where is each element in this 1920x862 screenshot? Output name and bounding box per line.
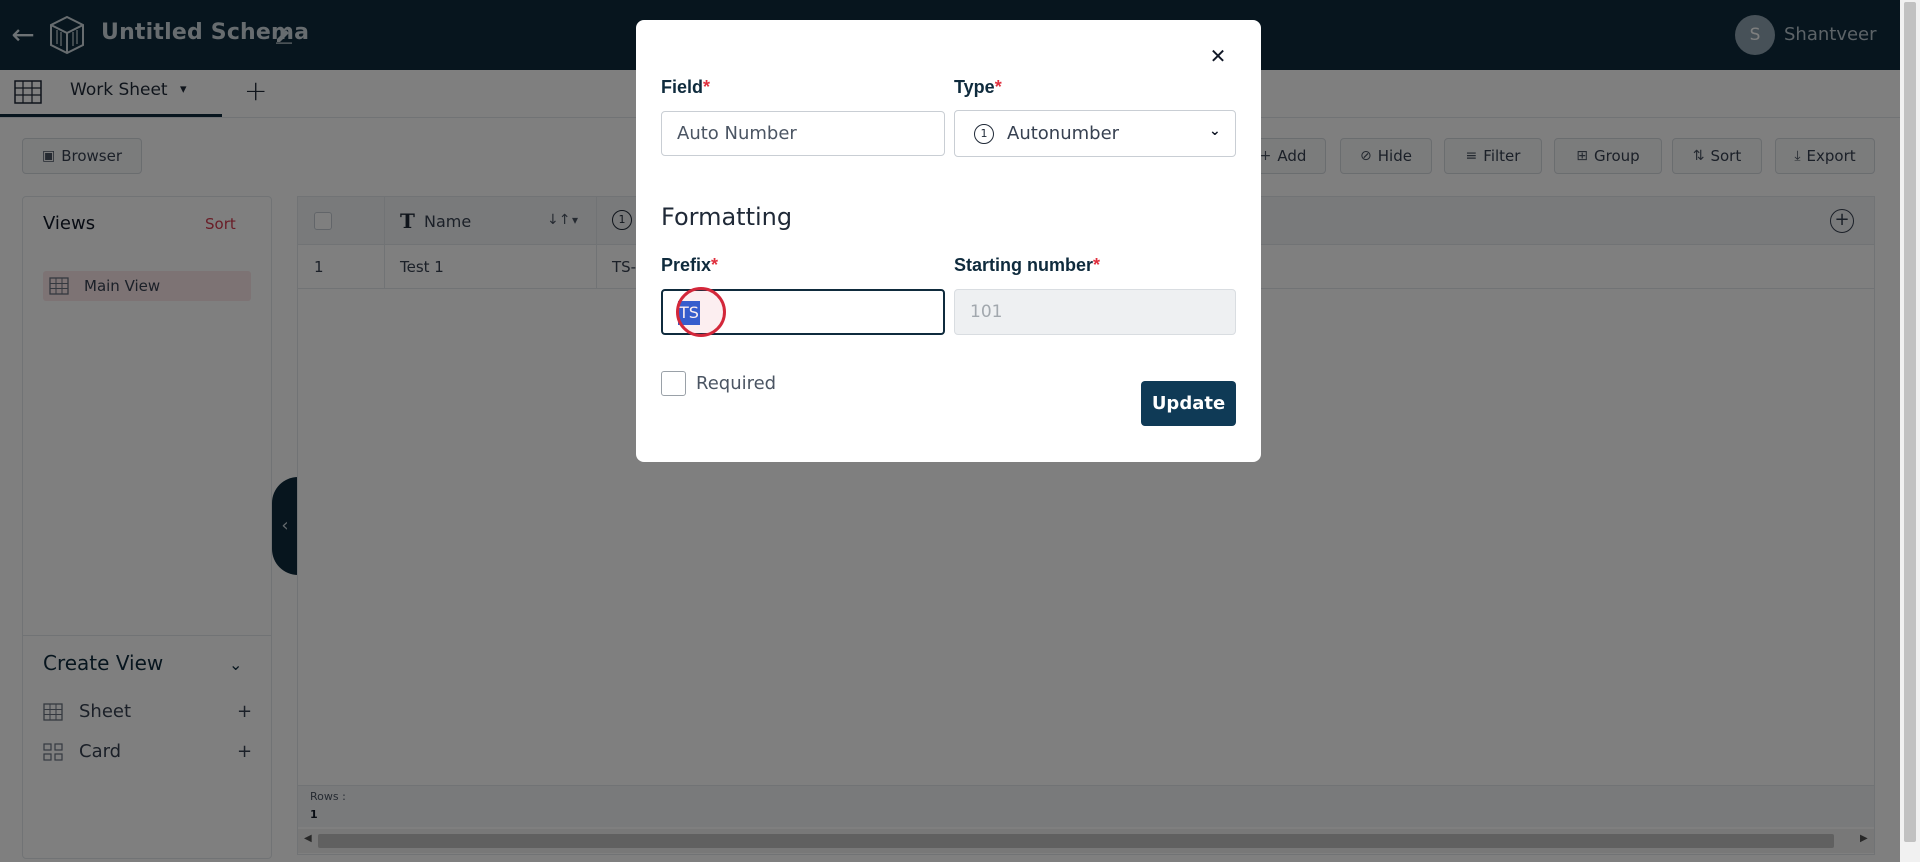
scrollbar-thumb[interactable] bbox=[1904, 2, 1916, 842]
formatting-section-title: Formatting bbox=[661, 203, 793, 231]
chevron-down-icon[interactable]: ⌄ bbox=[1209, 123, 1221, 139]
type-select-value: Autonumber bbox=[1007, 123, 1120, 144]
required-checkbox[interactable] bbox=[661, 371, 686, 396]
field-name-input[interactable]: Auto Number bbox=[661, 111, 945, 156]
close-icon[interactable]: ✕ bbox=[1206, 44, 1230, 68]
click-indicator bbox=[676, 287, 726, 337]
starting-number-label: Starting number* bbox=[954, 255, 1101, 275]
edit-field-dialog: ✕ Field* Auto Number Type* 1 Autonumber … bbox=[636, 20, 1261, 462]
update-button[interactable]: Update bbox=[1141, 381, 1236, 426]
field-label: Field* bbox=[661, 77, 711, 97]
starting-number-input: 101 bbox=[954, 289, 1236, 335]
type-select[interactable]: 1 Autonumber ⌄ bbox=[954, 110, 1236, 157]
required-label[interactable]: Required bbox=[696, 373, 776, 394]
autonumber-type-icon: 1 bbox=[974, 124, 994, 144]
vertical-scrollbar[interactable] bbox=[1900, 0, 1920, 862]
prefix-label: Prefix* bbox=[661, 255, 719, 275]
type-label: Type* bbox=[954, 77, 1002, 97]
prefix-input[interactable]: TS bbox=[661, 287, 945, 337]
